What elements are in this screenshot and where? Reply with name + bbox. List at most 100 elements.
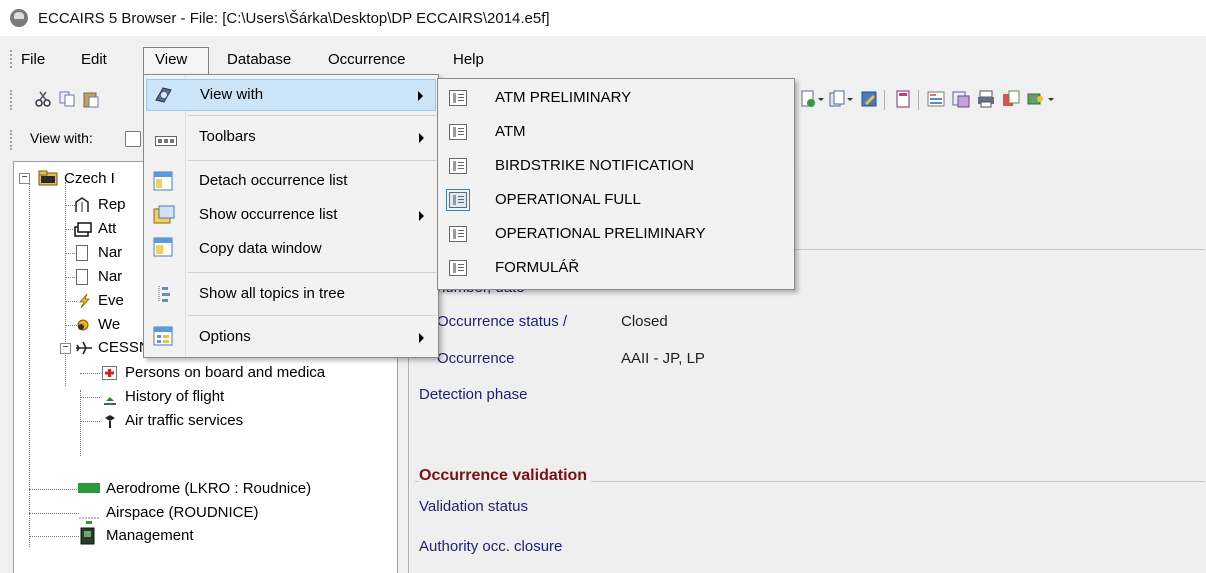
view-template-icon: [449, 260, 467, 276]
view-template-operational-preliminary[interactable]: OPERATIONAL PRELIMINARY: [440, 217, 792, 251]
tree-connector: [80, 421, 100, 422]
tree-root-label: Czech I: [64, 170, 115, 187]
show-list-icon: [153, 205, 175, 231]
tree-item-label: History of flight: [125, 388, 225, 405]
control-tower-icon: [102, 413, 118, 429]
view-template-icon: [449, 158, 467, 174]
menu-item-label: Options: [199, 328, 251, 345]
weather-icon: [74, 317, 90, 333]
menu-item-label: Detach occurrence list: [199, 172, 348, 189]
paste-icon[interactable]: [82, 90, 100, 108]
submenu-arrow-icon: [419, 333, 424, 343]
submenu-item-label: ATM PRELIMINARY: [495, 89, 632, 106]
tree-item-report[interactable]: Rep: [14, 193, 154, 217]
tree-item-weather[interactable]: We: [14, 313, 154, 337]
submenu-item-label: ATM: [495, 123, 526, 140]
aircraft-icon: [74, 340, 94, 356]
view-template-icon: [449, 124, 467, 140]
tree-item-label: Aerodrome (LKRO : Roudnice): [106, 480, 312, 497]
view-template-atm[interactable]: ATM: [440, 115, 792, 149]
tree-item-label: We: [98, 316, 121, 333]
management-icon: [80, 527, 95, 545]
menu-database[interactable]: Database: [227, 48, 291, 72]
tree-item-label: Persons on board and medica: [125, 364, 326, 381]
view-template-icon[interactable]: [125, 131, 141, 147]
tree-connector: [80, 390, 81, 456]
menu-item-detach-occurrence-list[interactable]: Detach occurrence list: [146, 166, 436, 198]
tree-item-events[interactable]: Eve: [14, 289, 154, 313]
submenu-item-label: BIRDSTRIKE NOTIFICATION: [495, 157, 694, 174]
tree-connector: [80, 397, 100, 398]
cut-icon[interactable]: [34, 90, 52, 108]
view-with-submenu: ATM PRELIMINARY ATM BIRDSTRIKE NOTIFICAT…: [437, 78, 795, 290]
menu-item-show-occurrence-list[interactable]: Show occurrence list: [146, 200, 436, 232]
menu-item-toolbars[interactable]: Toolbars: [146, 122, 436, 154]
menu-file[interactable]: File: [21, 48, 45, 72]
menu-edit[interactable]: Edit: [81, 48, 107, 72]
export-icon[interactable]: [1002, 90, 1020, 108]
toolbar-grip[interactable]: [10, 90, 13, 110]
edit-document-icon[interactable]: [860, 90, 878, 108]
airspace-icon: [78, 509, 100, 524]
report-icon: [74, 197, 90, 213]
list-view-icon[interactable]: [927, 90, 945, 108]
view-template-icon: [449, 90, 467, 106]
detection-phase-label: Detection phase: [419, 386, 528, 403]
toolbar-icon: [155, 133, 177, 150]
menu-item-label: Toolbars: [199, 128, 256, 145]
narrative-icon: [76, 269, 88, 285]
menu-item-copy-data-window[interactable]: Copy data window: [146, 234, 436, 266]
eye-icon: [154, 86, 174, 108]
viewbar-grip[interactable]: [10, 130, 13, 150]
tree-connector: [29, 536, 79, 537]
print-icon[interactable]: [977, 90, 995, 108]
tree-item-label: Eve: [98, 292, 124, 309]
attach-icon[interactable]: [1027, 90, 1054, 108]
flight-history-icon: [102, 390, 118, 406]
new-document-icon[interactable]: [800, 90, 824, 108]
tree-item-label: Rep: [98, 196, 126, 213]
toolbar-separator: [884, 90, 885, 110]
view-template-atm-preliminary[interactable]: ATM PRELIMINARY: [440, 81, 792, 115]
submenu-item-label: OPERATIONAL FULL: [495, 191, 641, 208]
view-template-icon: [446, 189, 470, 211]
title-bar: ECCAIRS 5 Browser - File: [C:\Users\Šárk…: [0, 0, 1206, 36]
copy-window-icon: [153, 237, 175, 263]
medical-cross-icon: [102, 366, 117, 380]
tree-item-attachments[interactable]: Att: [14, 217, 154, 241]
menu-item-view-with[interactable]: View with: [146, 79, 436, 111]
tree-item-narrative[interactable]: Nar: [14, 241, 154, 265]
app-icon: [10, 9, 28, 27]
menu-item-options[interactable]: Options: [146, 322, 436, 354]
tree-item-label: Air traffic services: [125, 412, 244, 429]
tree-item-label: Management: [106, 527, 194, 544]
tree-connector: [29, 513, 79, 514]
view-template-operational-full[interactable]: OPERATIONAL FULL: [440, 183, 792, 217]
submenu-arrow-icon: [418, 91, 423, 101]
report-icon[interactable]: [894, 90, 912, 108]
occurrence-status-value: Closed: [621, 313, 668, 330]
menu-view[interactable]: View: [143, 47, 209, 74]
copy-icon[interactable]: [58, 90, 76, 108]
menu-item-label: View with: [200, 86, 264, 103]
narrative-icon: [76, 245, 88, 261]
tree-item-narrative[interactable]: Nar: [14, 265, 154, 289]
tree-connector: [80, 373, 100, 374]
collapse-icon[interactable]: −: [19, 173, 30, 184]
view-template-icon: [449, 226, 467, 242]
occurrence-value: AAII - JP, LP: [621, 350, 705, 367]
view-with-label: View with:: [30, 130, 93, 146]
view-template-birdstrike-notification[interactable]: BIRDSTRIKE NOTIFICATION: [440, 149, 792, 183]
menu-help[interactable]: Help: [453, 48, 484, 72]
preview-icon[interactable]: [952, 90, 970, 108]
menubar-grip[interactable]: [10, 50, 13, 68]
menu-separator: [188, 160, 436, 161]
runway-icon: [78, 483, 100, 495]
menu-item-show-all-topics[interactable]: Show all topics in tree: [146, 279, 436, 311]
menu-occurrence[interactable]: Occurrence: [328, 48, 406, 72]
menu-bar: File Edit View Database Occurrence Help: [0, 44, 1206, 74]
copy-document-icon[interactable]: [828, 90, 853, 108]
tree-item-label: Att: [98, 220, 117, 237]
view-template-formular[interactable]: FORMULÁŘ: [440, 251, 792, 285]
collapse-icon[interactable]: −: [60, 343, 71, 354]
